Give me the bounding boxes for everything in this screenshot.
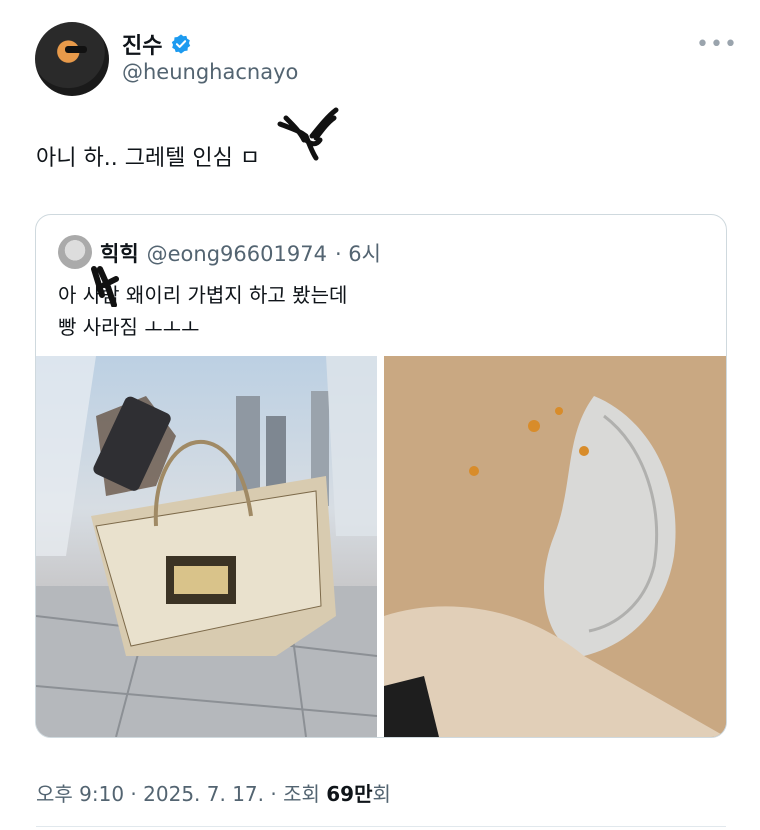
verified-badge-icon xyxy=(172,34,191,54)
avatar-glasses xyxy=(65,46,87,53)
quoted-header: 힉힉 @eong96601974 · 6시 xyxy=(100,238,381,268)
view-count-suffix: 회 xyxy=(372,782,391,806)
photo-torn-bag[interactable] xyxy=(384,356,726,737)
quoted-text-line2: 빵 사라짐 ㅗㅗㅗ xyxy=(58,315,200,339)
author-handle[interactable]: @heunghacnayo xyxy=(122,60,298,84)
quoted-time[interactable]: · 6시 xyxy=(335,238,381,268)
author-avatar[interactable] xyxy=(35,22,109,96)
quoted-avatar[interactable] xyxy=(58,235,92,269)
tweet-metadata: 오후 9:10 · 2025. 7. 17. · 조회 69만회 xyxy=(36,778,391,807)
photo-torn-bag-illustration xyxy=(384,356,726,737)
tweet-timestamp[interactable]: 오후 9:10 · 2025. 7. 17. · 조회 xyxy=(36,782,326,806)
divider xyxy=(36,826,726,827)
view-count: 69만 xyxy=(326,782,373,806)
author-name-row: 진수 xyxy=(122,28,192,60)
sticker-drawing-icon xyxy=(277,107,339,161)
photo-paper-bag[interactable] xyxy=(36,356,377,737)
scribble-mark-icon xyxy=(91,266,119,307)
more-options-icon[interactable]: ••• xyxy=(696,32,738,57)
quoted-name[interactable]: 힉힉 xyxy=(100,238,139,268)
quoted-handle[interactable]: @eong96601974 xyxy=(147,242,327,266)
tweet-text: 아니 하.. 그레텔 인심 ㅁ xyxy=(36,146,261,171)
author-display-name[interactable]: 진수 xyxy=(122,28,162,60)
photo-bag-illustration xyxy=(36,356,377,737)
quoted-tweet[interactable]: 힉힉 @eong96601974 · 6시 아 사람 왜이리 가볍지 하고 봤는… xyxy=(35,214,727,738)
